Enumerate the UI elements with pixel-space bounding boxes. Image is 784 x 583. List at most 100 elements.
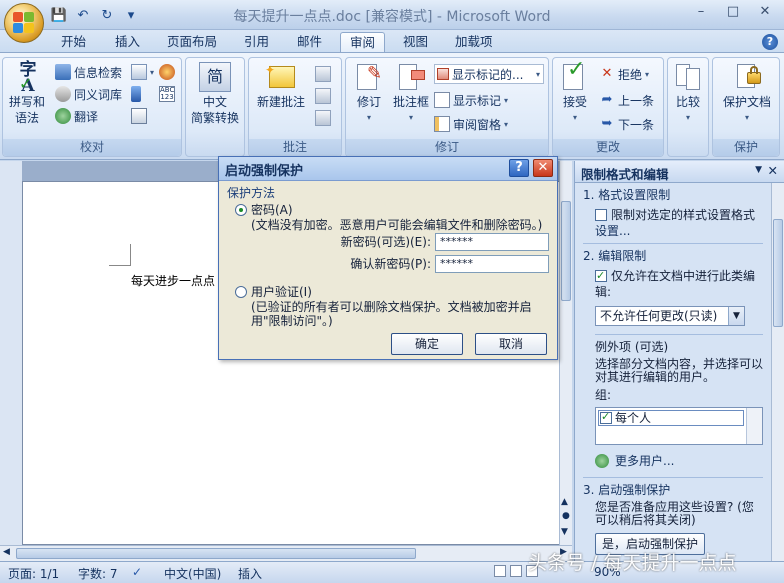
help-icon[interactable]: ? xyxy=(762,34,778,50)
document-vertical-scrollbar[interactable]: ▲ ● ▼ xyxy=(559,161,572,545)
editing-type-select[interactable]: 不允许任何更改(只读) ▼ xyxy=(595,306,745,326)
full-screen-icon[interactable] xyxy=(510,565,522,577)
office-button[interactable] xyxy=(4,3,44,43)
maximize-button[interactable]: □ xyxy=(722,4,744,22)
markup-select-icon xyxy=(437,68,449,80)
show-markup-button[interactable]: 显示标记 ▾ xyxy=(434,90,508,110)
show-markup-for-select[interactable]: 显示标记的... ▾ xyxy=(434,64,544,84)
accept-button[interactable]: ✓ 接受 ▾ xyxy=(555,59,595,126)
scroll-left-icon[interactable]: ◀ xyxy=(3,547,10,557)
next-page-icon[interactable]: ▼ xyxy=(561,527,568,537)
set-language-button[interactable] xyxy=(159,62,175,82)
editing-restriction-option[interactable]: 仅允许在文档中进行此类编辑: xyxy=(583,268,763,300)
tab-insert[interactable]: 插入 xyxy=(106,32,149,52)
cancel-button[interactable]: 取消 xyxy=(475,333,547,355)
reject-button[interactable]: ✕ 拒绝 ▾ xyxy=(599,64,649,84)
confirm-password-input[interactable]: ****** xyxy=(435,255,549,273)
research-button[interactable]: 信息检索 xyxy=(55,62,122,82)
more-users-link[interactable]: 更多用户... xyxy=(583,453,763,469)
margin-marker xyxy=(109,244,131,266)
previous-change-button[interactable]: ➦ 上一条 xyxy=(599,90,654,110)
chevron-down-icon[interactable]: ▼ xyxy=(728,307,744,325)
show-markup-select-label: 显示标记的... xyxy=(452,67,524,82)
user-auth-description: (已验证的所有者可以删除文档保护。文档被加密并启用"限制访问"。) xyxy=(251,300,532,328)
tab-home[interactable]: 开始 xyxy=(52,32,95,52)
dialog-help-icon[interactable]: ? xyxy=(509,159,529,177)
print-layout-icon[interactable] xyxy=(494,565,506,577)
editing-type-value: 不允许任何更改(只读) xyxy=(600,309,718,323)
research-label: 信息检索 xyxy=(74,65,123,80)
browse-object-icon[interactable]: ● xyxy=(562,511,570,521)
new-comment-button[interactable]: ✦ 新建批注 xyxy=(251,62,311,110)
word-count-button[interactable]: ABC 123 xyxy=(159,84,175,104)
thesaurus-button[interactable]: 同义词库 xyxy=(55,84,122,104)
next-change-icon: ➥ xyxy=(601,116,613,131)
tab-review[interactable]: 审阅 xyxy=(340,32,386,52)
groups-label: 组: xyxy=(595,388,612,402)
ok-button[interactable]: 确定 xyxy=(391,333,463,355)
user-auth-radio[interactable] xyxy=(235,286,247,298)
tab-addins[interactable]: 加载项 xyxy=(446,32,502,52)
vertical-scroll-thumb[interactable] xyxy=(561,201,571,301)
pane-menu-icon[interactable]: ▼ xyxy=(755,165,762,175)
horizontal-scroll-thumb[interactable] xyxy=(16,548,416,559)
tab-references[interactable]: 引用 xyxy=(235,32,278,52)
dialog-title-bar: 启动强制保护 ? ✕ xyxy=(219,157,557,181)
chinese-conversion-button[interactable]: 简 中文 简繁转换 xyxy=(186,62,244,126)
document-text[interactable]: 每天进步一点点 xyxy=(131,272,215,289)
minimize-button[interactable]: – xyxy=(690,4,712,22)
balloons-label: 批注框 xyxy=(392,95,429,109)
groups-listbox[interactable]: 每个人 xyxy=(595,407,763,445)
password-radio[interactable] xyxy=(235,204,247,216)
language-status[interactable]: 中文(中国) xyxy=(164,565,221,582)
spelling-grammar-button[interactable]: 字A ✓ 拼写和 语法 xyxy=(7,62,47,126)
pane-scrollbar[interactable] xyxy=(771,183,784,561)
balloons-button[interactable]: 批注框 ▾ xyxy=(390,62,432,126)
compare-button[interactable]: 比较 ▾ xyxy=(668,62,708,126)
page-count[interactable]: 页面: 1/1 xyxy=(8,565,59,582)
listbox-scrollbar[interactable] xyxy=(746,408,762,444)
word-count[interactable]: 字数: 7 xyxy=(78,565,118,582)
dialog-close-icon[interactable]: ✕ xyxy=(533,159,553,177)
proofing-status-icon[interactable]: ✓ xyxy=(132,565,142,579)
tab-view[interactable]: 视图 xyxy=(394,32,437,52)
group-tracking: ✎ 修订 ▾ 批注框 ▾ 显示标记的... ▾ 显示标记 ▾ 审阅窗格 ▾ 修订 xyxy=(345,57,549,157)
pane-scroll-thumb[interactable] xyxy=(773,219,783,327)
office-logo-icon xyxy=(13,12,35,34)
ribbon-tabs: 开始 插入 页面布局 引用 邮件 审阅 视图 加载项 ? xyxy=(0,30,784,52)
user-auth-option[interactable]: 用户验证(I) xyxy=(235,285,549,300)
track-changes-dropdown[interactable]: ▾ xyxy=(348,110,390,126)
translate-button[interactable]: 翻译 xyxy=(55,106,98,126)
previous-comment-button[interactable] xyxy=(315,86,331,106)
dictionary-icon xyxy=(131,108,147,124)
group-everyone-item[interactable]: 每个人 xyxy=(598,410,744,426)
formatting-restriction-checkbox[interactable] xyxy=(595,209,607,221)
prev-page-icon[interactable]: ▲ xyxy=(561,497,568,507)
translate-icon xyxy=(55,108,71,124)
settings-link[interactable]: 设置... xyxy=(583,223,763,239)
dictionary-button[interactable] xyxy=(131,106,147,126)
delete-comment-button[interactable] xyxy=(315,64,331,84)
password-description: (文档没有加密。恶意用户可能会编辑文件和删除密码。) xyxy=(251,218,543,232)
formatting-restriction-option[interactable]: 限制对选定的样式设置格式 xyxy=(583,207,763,223)
word-count-mark-button[interactable] xyxy=(131,84,141,104)
translate-tip-button[interactable]: ▾ xyxy=(131,62,154,82)
tab-mailings[interactable]: 邮件 xyxy=(288,32,331,52)
reviewing-pane-label: 审阅窗格 xyxy=(453,117,502,132)
everyone-checkbox[interactable] xyxy=(600,410,612,424)
protect-document-button[interactable]: 保护文档 ▾ xyxy=(715,62,779,126)
more-users-label: 更多用户... xyxy=(615,454,675,468)
next-comment-button[interactable] xyxy=(315,108,331,128)
document-horizontal-scrollbar[interactable]: ◀ ▶ xyxy=(0,545,572,561)
pane-close-icon[interactable]: ✕ xyxy=(768,163,778,178)
close-window-button[interactable]: ✕ xyxy=(754,4,776,22)
track-changes-button[interactable]: ✎ 修订 ▾ xyxy=(348,62,390,126)
reviewing-pane-button[interactable]: 审阅窗格 ▾ xyxy=(434,114,508,134)
tab-page-layout[interactable]: 页面布局 xyxy=(158,32,226,52)
new-password-input[interactable]: ****** xyxy=(435,233,549,251)
next-change-button[interactable]: ➥ 下一条 xyxy=(599,114,654,134)
password-option[interactable]: 密码(A) xyxy=(235,203,549,218)
editing-restriction-checkbox[interactable] xyxy=(595,268,607,284)
chinese-label-1: 中文 xyxy=(202,95,227,109)
insert-mode[interactable]: 插入 xyxy=(238,565,262,582)
